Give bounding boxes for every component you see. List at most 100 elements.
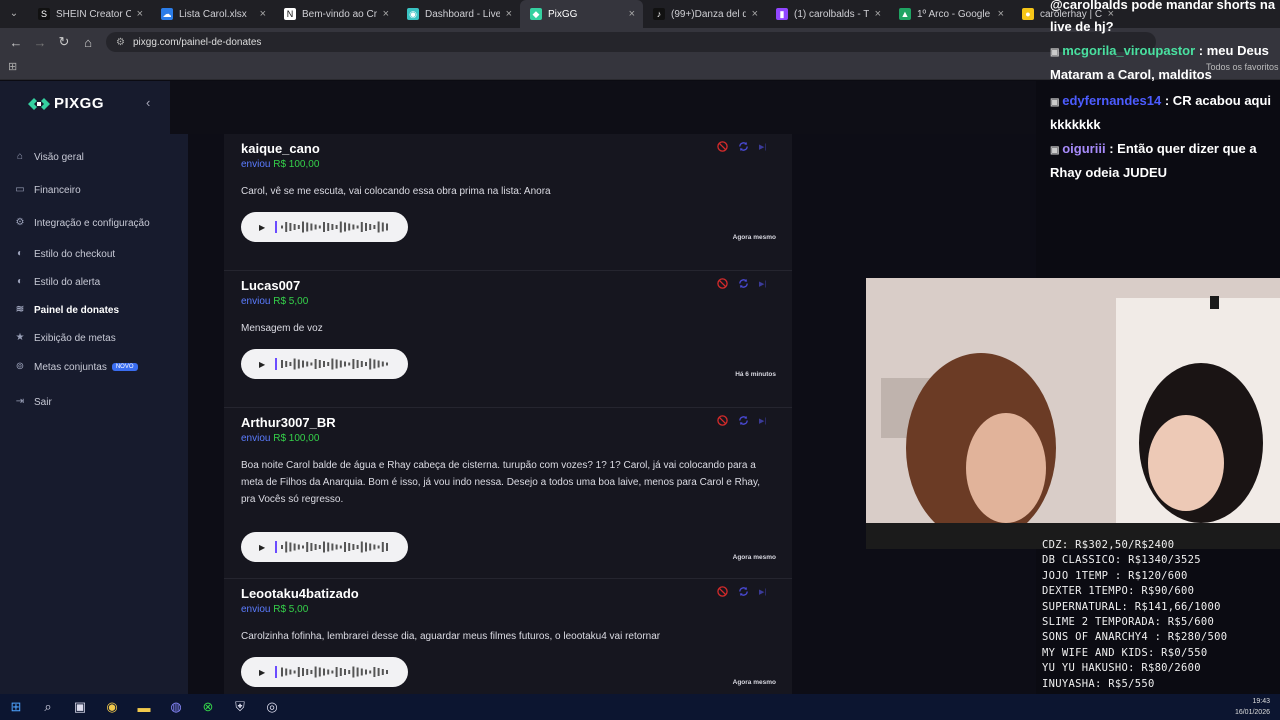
sidebar-item-exibi-o-de-metas[interactable]: ★ Exibição de metas (14, 332, 184, 344)
block-icon[interactable] (717, 586, 728, 597)
play-icon[interactable]: ▶ (259, 360, 265, 369)
goal-line: SLIME 2 TEMPORADA: R$5/600 (1042, 616, 1215, 629)
goal-line: MY WIFE AND KIDS: R$0/550 (1042, 646, 1208, 659)
tab-twitch[interactable]: ▮ (1) carolbalds - Twitch × (766, 0, 889, 28)
tab-tiktok[interactable]: ♪ (99+)Danza del dulce × (643, 0, 766, 28)
donation-time: Há 6 minutos (735, 371, 776, 378)
play-icon[interactable]: ▶ (259, 668, 265, 677)
back-icon[interactable]: ← (4, 35, 28, 50)
tab-shein[interactable]: S SHEIN Creator Center × (28, 0, 151, 28)
security-icon[interactable]: ⛨ (224, 699, 256, 715)
close-tab-icon[interactable]: × (137, 8, 143, 20)
tab-livepix[interactable]: ◉ Dashboard - LivePix × (397, 0, 520, 28)
donation-amount: enviou R$ 100,00 (241, 433, 319, 444)
obs-icon[interactable]: ◎ (256, 699, 288, 715)
sidebar-item-sair[interactable]: ⇥ Sair (14, 396, 184, 408)
task-view-icon[interactable]: ▣ (64, 699, 96, 715)
donation-actions: ▶| (717, 278, 766, 289)
audio-waveform (275, 541, 389, 553)
skip-icon[interactable]: ▶| (759, 417, 766, 425)
sidebar-item-metas-conjuntas[interactable]: ⊚ Metas conjuntas NOVO (14, 361, 184, 373)
play-icon[interactable]: ▶ (259, 543, 265, 552)
tab-title: PixGG (548, 8, 578, 20)
donation-actions: ▶| (717, 141, 766, 152)
audio-player[interactable]: ▶ (241, 212, 408, 242)
chat-message: ▣ edyfernandes14 : CR acabou aqui kkkkkk… (1050, 90, 1280, 136)
audio-player[interactable]: ▶ (241, 349, 408, 379)
replay-icon[interactable] (738, 141, 749, 152)
skip-icon[interactable]: ▶| (759, 280, 766, 288)
close-tab-icon[interactable]: × (629, 8, 635, 20)
home-browser-icon[interactable]: ⌂ (76, 35, 100, 50)
pixgg-icon: ◆ (530, 8, 542, 20)
logo-text: PIXGG (54, 95, 105, 112)
tab-drive[interactable]: ▲ 1º Arco - Google × (889, 0, 1012, 28)
url-field[interactable]: ⚙ pixgg.com/painel-de-donates (106, 32, 1156, 52)
audio-player[interactable]: ▶ (241, 657, 408, 687)
sidebar-item-painel-de-donates[interactable]: ≋ Painel de donates (14, 304, 184, 316)
xbox-icon[interactable]: ⊗ (192, 699, 224, 715)
chrome-icon[interactable]: ◉ (96, 699, 128, 715)
sidebar-item-vis-o-geral[interactable]: ⌂ Visão geral (14, 151, 184, 163)
tab-pixgg[interactable]: ◆ PixGG × (520, 0, 643, 28)
amount-value: R$ 100,00 (273, 433, 320, 444)
sidebar-item-label: Sair (34, 396, 52, 408)
skip-icon[interactable]: ▶| (759, 143, 766, 151)
donation-amount: enviou R$ 5,00 (241, 296, 308, 307)
tab-title: 1º Arco - Google (917, 8, 991, 20)
donation-amount: enviou R$ 100,00 (241, 159, 319, 170)
pixgg-logo-icon (28, 97, 50, 110)
close-tab-icon[interactable]: × (383, 8, 389, 20)
discord-icon[interactable]: ◍ (160, 699, 192, 715)
apps-grid-icon[interactable]: ⊞ (8, 60, 17, 73)
tab-title: SHEIN Creator Center (56, 8, 131, 20)
chat-badge-icon: ▣ (1050, 145, 1063, 156)
close-tab-icon[interactable]: × (875, 8, 881, 20)
audio-player[interactable]: ▶ (241, 532, 408, 562)
search-icon[interactable]: ⌕ (32, 699, 64, 715)
sidebar-item-label: Metas conjuntas (34, 361, 107, 373)
file-explorer-icon[interactable]: ▬ (128, 700, 160, 715)
close-tab-icon[interactable]: × (506, 8, 512, 20)
star-icon: ★ (15, 332, 25, 343)
sidebar-item-estilo-do-alerta[interactable]: ◐ Estilo do alerta (14, 276, 184, 288)
donor-name: kaique_cano (241, 141, 320, 156)
site-info-icon[interactable]: ⚙ (116, 37, 125, 48)
tab-cloud[interactable]: ☁ Lista Carol.xlsx × (151, 0, 274, 28)
replay-icon[interactable] (738, 586, 749, 597)
goal-line: SONS OF ANARCHY4 : R$280/500 (1042, 631, 1228, 644)
tab-search-icon[interactable]: ⌄ (4, 4, 24, 24)
replay-icon[interactable] (738, 415, 749, 426)
tab-title: (1) carolbalds - Twitch (794, 8, 869, 20)
chat-message: ▣ mcgorila_viroupastor : meu Deus Matara… (1050, 40, 1280, 86)
tab-notion[interactable]: N Bem-vindo ao Crono × (274, 0, 397, 28)
audio-waveform (275, 221, 389, 233)
clock-date: 16/01/2026 (1234, 709, 1270, 716)
pixgg-logo[interactable]: PIXGG (28, 95, 104, 112)
skip-icon[interactable]: ▶| (759, 588, 766, 596)
sidebar-item-estilo-do-checkout[interactable]: ◐ Estilo do checkout (14, 248, 184, 260)
cinefy-icon: ● (1022, 8, 1034, 20)
close-tab-icon[interactable]: × (260, 8, 266, 20)
forward-icon[interactable]: → (28, 35, 52, 50)
windows-start-icon[interactable]: ⊞ (0, 699, 32, 715)
close-tab-icon[interactable]: × (752, 8, 758, 20)
sidebar-item-integra-o-e-configura-o[interactable]: ⚙ Integração e configuração (14, 217, 184, 229)
close-tab-icon[interactable]: × (998, 8, 1004, 20)
donation-time: Agora mesmo (732, 679, 776, 686)
play-icon[interactable]: ▶ (259, 223, 265, 232)
webcam-overlay (866, 278, 1280, 549)
replay-icon[interactable] (738, 278, 749, 289)
block-icon[interactable] (717, 141, 728, 152)
reload-icon[interactable]: ↻ (52, 34, 76, 50)
donation-amount: enviou R$ 5,00 (241, 604, 308, 615)
system-clock[interactable]: 19:43 16/01/2026 (1235, 696, 1270, 718)
sidebar-item-label: Integração e configuração (34, 217, 150, 229)
clock-time: 19:43 (1252, 698, 1270, 705)
chat-username: edyfernandes14 (1062, 93, 1162, 108)
collapse-sidebar-icon[interactable]: ‹ (146, 95, 150, 110)
block-icon[interactable] (717, 278, 728, 289)
sidebar-item-financeiro[interactable]: ▭ Financeiro (14, 184, 184, 196)
windows-taskbar: ⊞ ⌕ ▣ ◉ ▬ ◍ ⊗ ⛨ ◎ 19:43 16/01/2026 (0, 694, 1280, 720)
block-icon[interactable] (717, 415, 728, 426)
